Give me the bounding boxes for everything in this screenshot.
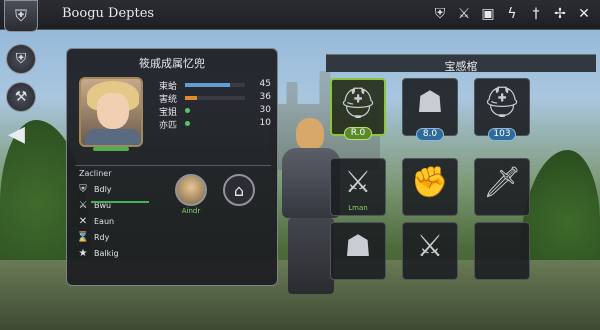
stat-fill [185, 83, 230, 87]
helmet-knight-slot[interactable]: ⛑ R.0 [330, 78, 386, 140]
stat-row: 害统 36 [159, 92, 271, 105]
slot-level-badge: 8.0 [416, 128, 444, 141]
companion-label: Aindr [181, 207, 201, 215]
portrait-armor [85, 129, 141, 145]
top-icon-bar: ⛨ ⚔ ▣ ϟ † ✢ ✕ [430, 4, 594, 24]
skill-progress-bar [91, 201, 149, 203]
guild-emblem-icon[interactable]: ⛨ [4, 0, 38, 32]
skill-item[interactable]: ★ Balkig [77, 245, 177, 261]
stat-value: 45 [259, 79, 271, 89]
close-icon[interactable]: ✕ [574, 4, 594, 24]
stat-row: 宝姐 30 [159, 105, 271, 118]
stat-value: 30 [259, 105, 271, 115]
chest-icon[interactable]: ▣ [478, 4, 498, 24]
slot-level-badge: 103 [488, 128, 516, 141]
warrior-slot[interactable]: ☗ 8.0 [402, 78, 458, 141]
side-weapon-button[interactable]: ⚒ [6, 82, 36, 112]
stat-label: 宝姐 [159, 108, 178, 118]
equipment-header: 宝感棺 [326, 54, 596, 73]
crossed-swords-icon: ✕ [78, 215, 88, 227]
skill-label: Bdly [94, 184, 112, 194]
skills-label: Zacliner [79, 169, 112, 178]
helmet-icon: ⛑ [482, 85, 522, 120]
skill-label: Eaun [94, 216, 115, 226]
stat-label: 亦匹 [159, 121, 178, 131]
skill-list: ⛨ Bdly ⚔ Bwu ✕ Eaun ⌛ Rdy ★ Balkig [77, 181, 177, 261]
longsword-icon: 🗡 [482, 165, 522, 200]
sword-slot[interactable]: ⚔ Lman [330, 158, 386, 216]
stat-value: 10 [259, 118, 271, 128]
star-icon: ★ [78, 247, 88, 259]
stat-track [185, 96, 245, 100]
shield-icon: ⛨ [79, 183, 87, 195]
character-portrait[interactable] [79, 77, 143, 147]
back-arrow-icon[interactable]: ◀ [8, 122, 25, 147]
crossed-swords-icon[interactable]: ✢ [550, 4, 570, 24]
shield-icon[interactable]: ⛨ [430, 4, 450, 24]
stat-dot [185, 121, 190, 126]
skill-label: Balkig [94, 248, 119, 258]
home-icon: ⌂ [233, 180, 245, 200]
helmet-slot[interactable]: ⛑ 103 [474, 78, 530, 141]
portrait-face [97, 93, 129, 129]
warrior-icon: ☗ [416, 85, 444, 120]
empty-slot[interactable] [474, 222, 530, 280]
skill-item[interactable]: ⌛ Rdy [77, 229, 177, 245]
hero-head [296, 118, 324, 150]
character-panel: 筱戚成属忆兜 束蛤 45 害统 36 宝姐 30 亦匹 10 Zacliner [66, 48, 278, 286]
side-shield-button[interactable]: ⛨ [6, 44, 36, 74]
stat-dot [185, 108, 190, 113]
page-title: Boogu Deptes [62, 6, 155, 21]
stat-label: 束蛤 [159, 82, 178, 92]
top-bar: ⛨ Boogu Deptes ⛨ ⚔ ▣ ϟ † ✢ ✕ [0, 0, 600, 32]
longsword-slot[interactable]: 🗡 [474, 158, 530, 216]
helmet-knight-icon: ⛑ [338, 86, 378, 121]
slot-caption: Lman [348, 204, 368, 212]
divider [75, 165, 271, 166]
sword-icon: ⚔ [78, 199, 88, 211]
stat-fill [185, 96, 197, 100]
gauntlet-slot[interactable]: ✊ [402, 158, 458, 216]
dagger-icon: ⚔ [416, 229, 444, 264]
panel-title: 筱戚成属忆兜 [139, 57, 205, 70]
soldier-slot[interactable]: ☗ [330, 222, 386, 280]
home-button[interactable]: ⌂ [223, 174, 255, 206]
slot-level-badge: R.0 [344, 127, 372, 140]
hourglass-icon: ⌛ [76, 231, 90, 243]
hero-legs [288, 218, 334, 294]
skill-label: Rdy [94, 232, 110, 242]
skill-item[interactable]: ⚔ Bwu [77, 197, 177, 213]
stat-row: 亦匹 10 [159, 118, 271, 131]
lightning-icon[interactable]: ϟ [502, 4, 522, 24]
sword-icon[interactable]: ⚔ [454, 4, 474, 24]
stats-list: 束蛤 45 害统 36 宝姐 30 亦匹 10 [159, 79, 271, 131]
stat-value: 36 [259, 92, 271, 102]
equipment-title: 宝感棺 [444, 60, 478, 73]
sword-icon: ⚔ [344, 165, 372, 200]
stat-row: 束蛤 45 [159, 79, 271, 92]
soldier-icon: ☗ [344, 229, 372, 264]
dagger-slot[interactable]: ⚔ [402, 222, 458, 280]
dagger-icon[interactable]: † [526, 4, 546, 24]
companion-avatar[interactable] [175, 174, 207, 206]
skill-item[interactable]: ⛨ Bdly [77, 181, 177, 197]
gauntlet-icon: ✊ [411, 165, 449, 200]
stat-track [185, 83, 245, 87]
skill-item[interactable]: ✕ Eaun [77, 213, 177, 229]
portrait-health-bar [93, 147, 129, 151]
stat-label: 害统 [159, 95, 178, 105]
